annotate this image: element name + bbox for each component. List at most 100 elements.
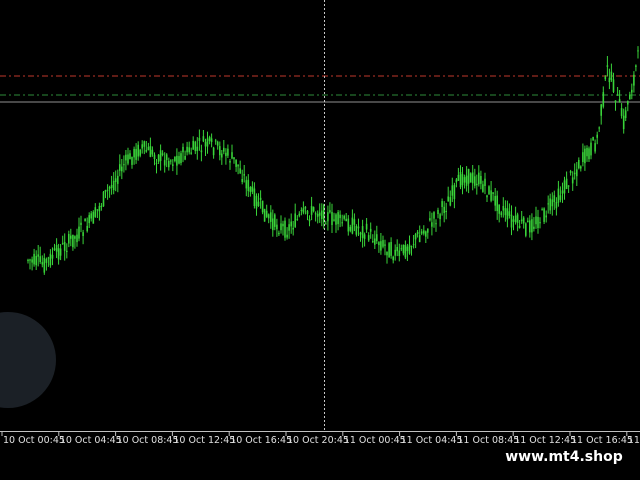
candle-body — [608, 77, 611, 83]
candle-body — [286, 234, 288, 238]
candle-body — [106, 189, 109, 191]
candle-body — [235, 159, 237, 167]
candle-body — [384, 244, 386, 246]
candle-body — [431, 222, 433, 227]
candle-body — [353, 219, 356, 225]
x-tick-label: 11 Oct 00:45 — [344, 435, 406, 446]
candle-body — [208, 136, 211, 142]
candle-body — [388, 243, 390, 258]
candle-body — [33, 253, 35, 265]
candle-body — [190, 152, 192, 154]
candle-body — [471, 172, 474, 184]
candle-body — [110, 185, 113, 188]
candle-body — [312, 207, 315, 212]
candle-body — [37, 254, 39, 257]
candle-body — [339, 214, 341, 219]
candle-body — [214, 140, 217, 142]
candle-body — [249, 187, 252, 193]
candle-body — [498, 204, 500, 214]
price-chart[interactable]: 10 Oct 00:45 10 Oct 04:45 10 Oct 08:45 10 O… — [0, 0, 640, 450]
candle-body — [31, 259, 33, 263]
candle-body — [219, 146, 221, 156]
chart-canvas[interactable]: 10 Oct 00:4510 Oct 04:4510 Oct 08:4510 O… — [0, 0, 640, 450]
candle-body — [86, 225, 88, 232]
candle-body — [72, 234, 74, 248]
candle-body — [416, 231, 419, 235]
candle-body — [139, 149, 141, 156]
candle-body — [541, 209, 543, 211]
candle-body — [374, 238, 376, 245]
candle-body — [514, 215, 517, 223]
candle-body — [573, 172, 576, 175]
candle-body — [153, 154, 156, 159]
candle-body — [410, 246, 413, 248]
candle-body — [604, 76, 607, 80]
candle-body — [257, 201, 260, 206]
candle-body — [288, 224, 290, 231]
candle-body — [429, 218, 431, 221]
candle-body — [445, 211, 447, 212]
candle-body — [557, 188, 560, 203]
candle-body — [467, 169, 470, 184]
candle-body — [92, 211, 95, 224]
candle-body — [331, 211, 333, 225]
candle-body — [435, 223, 437, 225]
candle-body — [161, 153, 164, 155]
candle-body — [594, 143, 596, 152]
candle-body — [157, 154, 160, 162]
candle-body — [45, 259, 48, 263]
candle-body — [204, 141, 207, 147]
candle-body — [392, 256, 394, 261]
candle-body — [245, 180, 248, 189]
candle-body — [180, 153, 182, 163]
candle-body — [402, 244, 405, 254]
x-tick-label: 10 Oct 16:45 — [230, 435, 292, 446]
candle-body — [184, 156, 186, 160]
candle-body — [74, 236, 76, 239]
candle-body — [525, 223, 527, 236]
candle-body — [512, 219, 515, 222]
candles — [27, 46, 639, 275]
candle-body — [310, 206, 313, 215]
candle-body — [141, 144, 143, 149]
candle-body — [133, 148, 135, 158]
candle-body — [494, 196, 496, 206]
candle-body — [329, 210, 331, 213]
candle-body — [637, 50, 639, 52]
candle-body — [182, 146, 184, 153]
candle-body — [408, 244, 411, 254]
candle-body — [263, 208, 266, 222]
candle-body — [206, 138, 209, 147]
candle-body — [571, 177, 574, 184]
candle-body — [586, 147, 588, 157]
candle-body — [318, 212, 321, 216]
candle-body — [618, 99, 621, 103]
candle-body — [80, 222, 82, 225]
candle-body — [522, 217, 525, 224]
candle-body — [500, 212, 503, 216]
candle-body — [490, 190, 492, 201]
candle-body — [488, 186, 490, 195]
candle-body — [155, 162, 158, 164]
candle-body — [386, 251, 388, 256]
candle-body — [580, 166, 582, 169]
candle-body — [96, 209, 99, 211]
candle-body — [143, 141, 146, 147]
candle-body — [620, 108, 623, 116]
candle-body — [404, 245, 407, 258]
candle-body — [492, 192, 494, 194]
candle-body — [163, 160, 166, 166]
candle-body — [221, 153, 223, 158]
candle-body — [600, 104, 602, 116]
candle-body — [443, 206, 445, 213]
candle-body — [369, 228, 372, 232]
candle-body — [325, 223, 327, 225]
candle-body — [363, 234, 366, 239]
x-tick-label: 10 Oct 12:45 — [173, 435, 235, 446]
candle-body — [590, 142, 592, 156]
candle-body — [233, 157, 235, 160]
candle-body — [196, 146, 199, 151]
candle-body — [284, 220, 286, 238]
candle-body — [327, 212, 329, 222]
candle-body — [508, 211, 511, 216]
